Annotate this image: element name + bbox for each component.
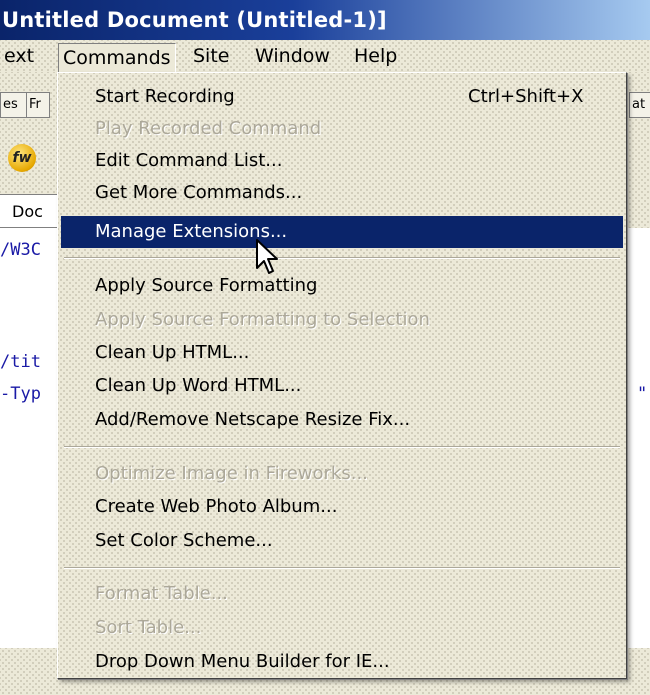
menu-item-create-web-photo-album[interactable]: Create Web Photo Album... bbox=[61, 491, 623, 523]
menu-item-label: Start Recording bbox=[95, 86, 235, 107]
menu-bar: ext Commands Site Window Help bbox=[0, 40, 650, 74]
menu-item-play-recorded-command: Play Recorded Command bbox=[61, 113, 623, 145]
menu-item-set-color-scheme[interactable]: Set Color Scheme... bbox=[61, 525, 623, 557]
menu-item-label: Sort Table... bbox=[95, 617, 202, 638]
menu-window[interactable]: Window bbox=[251, 40, 334, 72]
menu-item-label: Optimize Image in Fireworks... bbox=[95, 463, 368, 484]
menu-separator bbox=[64, 567, 620, 569]
panel-tab-left[interactable]: es bbox=[0, 92, 28, 118]
code-line: -Typ bbox=[0, 384, 41, 404]
fireworks-icon[interactable]: fw bbox=[8, 144, 36, 172]
menu-item-label: Play Recorded Command bbox=[95, 118, 322, 139]
menu-item-drop-down-menu-builder[interactable]: Drop Down Menu Builder for IE... bbox=[61, 646, 623, 678]
menu-item-label: Clean Up Word HTML... bbox=[95, 375, 302, 396]
menu-item-label: Add/Remove Netscape Resize Fix... bbox=[95, 409, 411, 430]
menu-item-start-recording[interactable]: Start Recording Ctrl+Shift+X bbox=[61, 81, 623, 113]
menu-item-shortcut: Ctrl+Shift+X bbox=[468, 86, 584, 107]
menu-separator bbox=[64, 257, 620, 259]
menu-item-edit-command-list[interactable]: Edit Command List... bbox=[61, 145, 623, 177]
menu-separator bbox=[64, 446, 620, 448]
arrow-cursor-icon bbox=[256, 239, 278, 274]
code-line: /tit bbox=[0, 352, 41, 372]
menu-item-apply-source-formatting-selection: Apply Source Formatting to Selection bbox=[61, 304, 623, 336]
menu-item-get-more-commands[interactable]: Get More Commands... bbox=[61, 177, 623, 209]
menu-item-clean-up-word-html[interactable]: Clean Up Word HTML... bbox=[61, 370, 623, 402]
menu-item-format-table: Format Table... bbox=[61, 578, 623, 610]
document-tab[interactable]: Doc bbox=[0, 194, 60, 228]
menu-item-label: Edit Command List... bbox=[95, 150, 283, 171]
menu-item-clean-up-html[interactable]: Clean Up HTML... bbox=[61, 337, 623, 369]
menu-item-apply-source-formatting[interactable]: Apply Source Formatting bbox=[61, 270, 623, 302]
code-line: /W3C bbox=[0, 240, 41, 260]
menu-item-sort-table: Sort Table... bbox=[61, 612, 623, 644]
menu-site[interactable]: Site bbox=[189, 40, 233, 72]
code-fragment: " bbox=[637, 384, 648, 404]
menu-item-label: Set Color Scheme... bbox=[95, 530, 273, 551]
window-title: Untitled Document (Untitled-1)] bbox=[2, 8, 387, 32]
menu-help[interactable]: Help bbox=[350, 40, 401, 72]
menu-item-manage-extensions[interactable]: Manage Extensions... bbox=[61, 216, 623, 248]
menu-item-label: Clean Up HTML... bbox=[95, 342, 250, 363]
menu-item-label: Apply Source Formatting to Selection bbox=[95, 309, 430, 330]
commands-menu: Start Recording Ctrl+Shift+X Play Record… bbox=[57, 72, 627, 679]
menu-item-label: Format Table... bbox=[95, 583, 228, 604]
menu-commands[interactable]: Commands bbox=[58, 43, 176, 74]
title-bar: Untitled Document (Untitled-1)] bbox=[0, 0, 650, 40]
panel-tab-right[interactable]: at bbox=[629, 92, 650, 118]
menu-item-optimize-image: Optimize Image in Fireworks... bbox=[61, 458, 623, 490]
menu-item-label: Get More Commands... bbox=[95, 182, 303, 203]
menu-item-label: Create Web Photo Album... bbox=[95, 496, 338, 517]
menu-item-label: Drop Down Menu Builder for IE... bbox=[95, 651, 390, 672]
panel-tab-left2[interactable]: Fr bbox=[26, 92, 50, 118]
menu-item-label: Apply Source Formatting bbox=[95, 275, 318, 296]
menu-item-netscape-resize-fix[interactable]: Add/Remove Netscape Resize Fix... bbox=[61, 404, 623, 436]
menu-text[interactable]: ext bbox=[0, 40, 38, 72]
